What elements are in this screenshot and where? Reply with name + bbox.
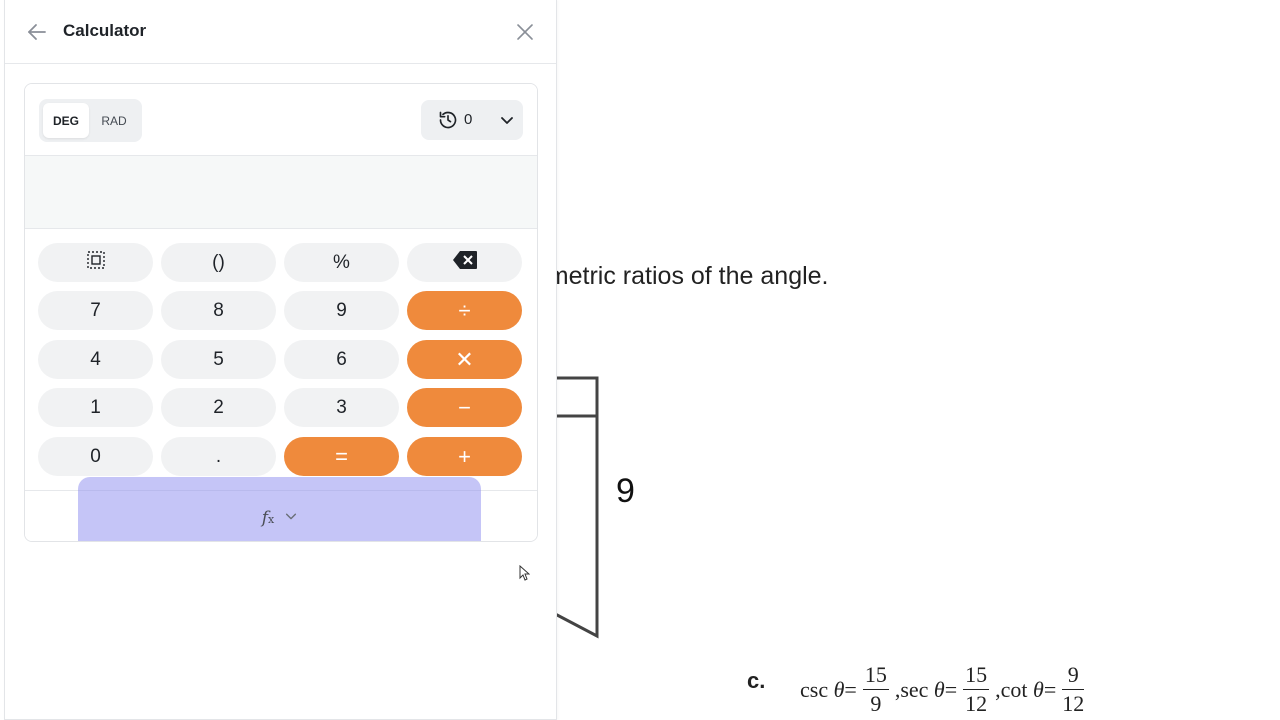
decimal-button[interactable]: . (161, 437, 276, 476)
key-1[interactable]: 1 (38, 388, 153, 427)
cot-numerator: 9 (1067, 662, 1079, 687)
theta-symbol: θ (933, 676, 945, 702)
csc-denominator: 9 (870, 691, 882, 716)
key-3[interactable]: 3 (284, 388, 399, 427)
key-0[interactable]: 0 (38, 437, 153, 476)
cot-fraction: 9 12 (1062, 662, 1085, 716)
key-9[interactable]: 9 (284, 291, 399, 330)
select-all-icon (86, 250, 106, 276)
backspace-icon (452, 250, 478, 276)
functions-bar: fx (25, 477, 537, 541)
csc-numerator: 15 (864, 662, 887, 687)
sec-fraction: 15 12 (963, 662, 990, 716)
cot-denominator: 12 (1062, 691, 1085, 716)
key-8[interactable]: 8 (161, 291, 276, 330)
minus-button[interactable]: − (407, 388, 522, 427)
backspace-button[interactable] (407, 243, 522, 282)
theta-symbol: θ (1033, 676, 1044, 702)
theta-symbol: θ (833, 676, 845, 702)
mouse-cursor-icon (519, 565, 530, 581)
csc-fn: csc (800, 676, 829, 702)
calculator-toolbar: DEG RAD 0 (25, 84, 537, 156)
function-icon: fx (261, 508, 275, 528)
history-icon (438, 110, 458, 130)
option-label: c. (747, 668, 766, 693)
multiply-button[interactable]: ✕ (407, 340, 522, 379)
equals-sign: = (944, 676, 958, 702)
chevron-down-icon (284, 509, 298, 528)
divide-button[interactable]: ÷ (407, 291, 522, 330)
triangle-side-label: 9 (616, 472, 635, 510)
key-5[interactable]: 5 (161, 340, 276, 379)
rad-mode-button[interactable]: RAD (91, 103, 137, 138)
key-4[interactable]: 4 (38, 340, 153, 379)
equals-sign: = (1043, 676, 1057, 702)
calculator-panel: Calculator DEG RAD 0 () % 7 8 9 ÷ 4 5 6 … (4, 0, 557, 720)
deg-mode-button[interactable]: DEG (43, 103, 89, 138)
sec-numerator: 15 (965, 662, 988, 687)
cot-fn: cot (1000, 676, 1028, 702)
instruction-text: nometric ratios of the angle. (520, 262, 829, 290)
panel-header: Calculator (5, 0, 556, 64)
history-button[interactable]: 0 (421, 100, 523, 140)
percent-button[interactable]: % (284, 243, 399, 282)
functions-toggle-button[interactable]: fx (245, 505, 315, 531)
sec-fn: sec (900, 676, 929, 702)
key-2[interactable]: 2 (161, 388, 276, 427)
select-all-button[interactable] (38, 243, 153, 282)
angle-mode-toggle: DEG RAD (39, 99, 142, 142)
equals-button[interactable]: = (284, 437, 399, 476)
panel-title: Calculator (63, 21, 147, 40)
parentheses-button[interactable]: () (161, 243, 276, 282)
calculator-display (25, 156, 537, 229)
close-icon[interactable] (513, 20, 537, 44)
chevron-down-icon (499, 112, 515, 128)
calculator: DEG RAD 0 () % 7 8 9 ÷ 4 5 6 ✕ 1 2 3 − 0… (24, 83, 538, 542)
arrow-left-icon[interactable] (25, 20, 49, 44)
sec-denominator: 12 (965, 691, 988, 716)
key-7[interactable]: 7 (38, 291, 153, 330)
csc-fraction: 15 9 (862, 662, 889, 716)
answer-formula: csc θ = 15 9, sec θ = 15 12, cot θ = 9 12 (800, 664, 1090, 715)
history-count: 0 (464, 111, 473, 128)
equals-sign: = (844, 676, 857, 702)
plus-button[interactable]: + (407, 437, 522, 476)
key-6[interactable]: 6 (284, 340, 399, 379)
